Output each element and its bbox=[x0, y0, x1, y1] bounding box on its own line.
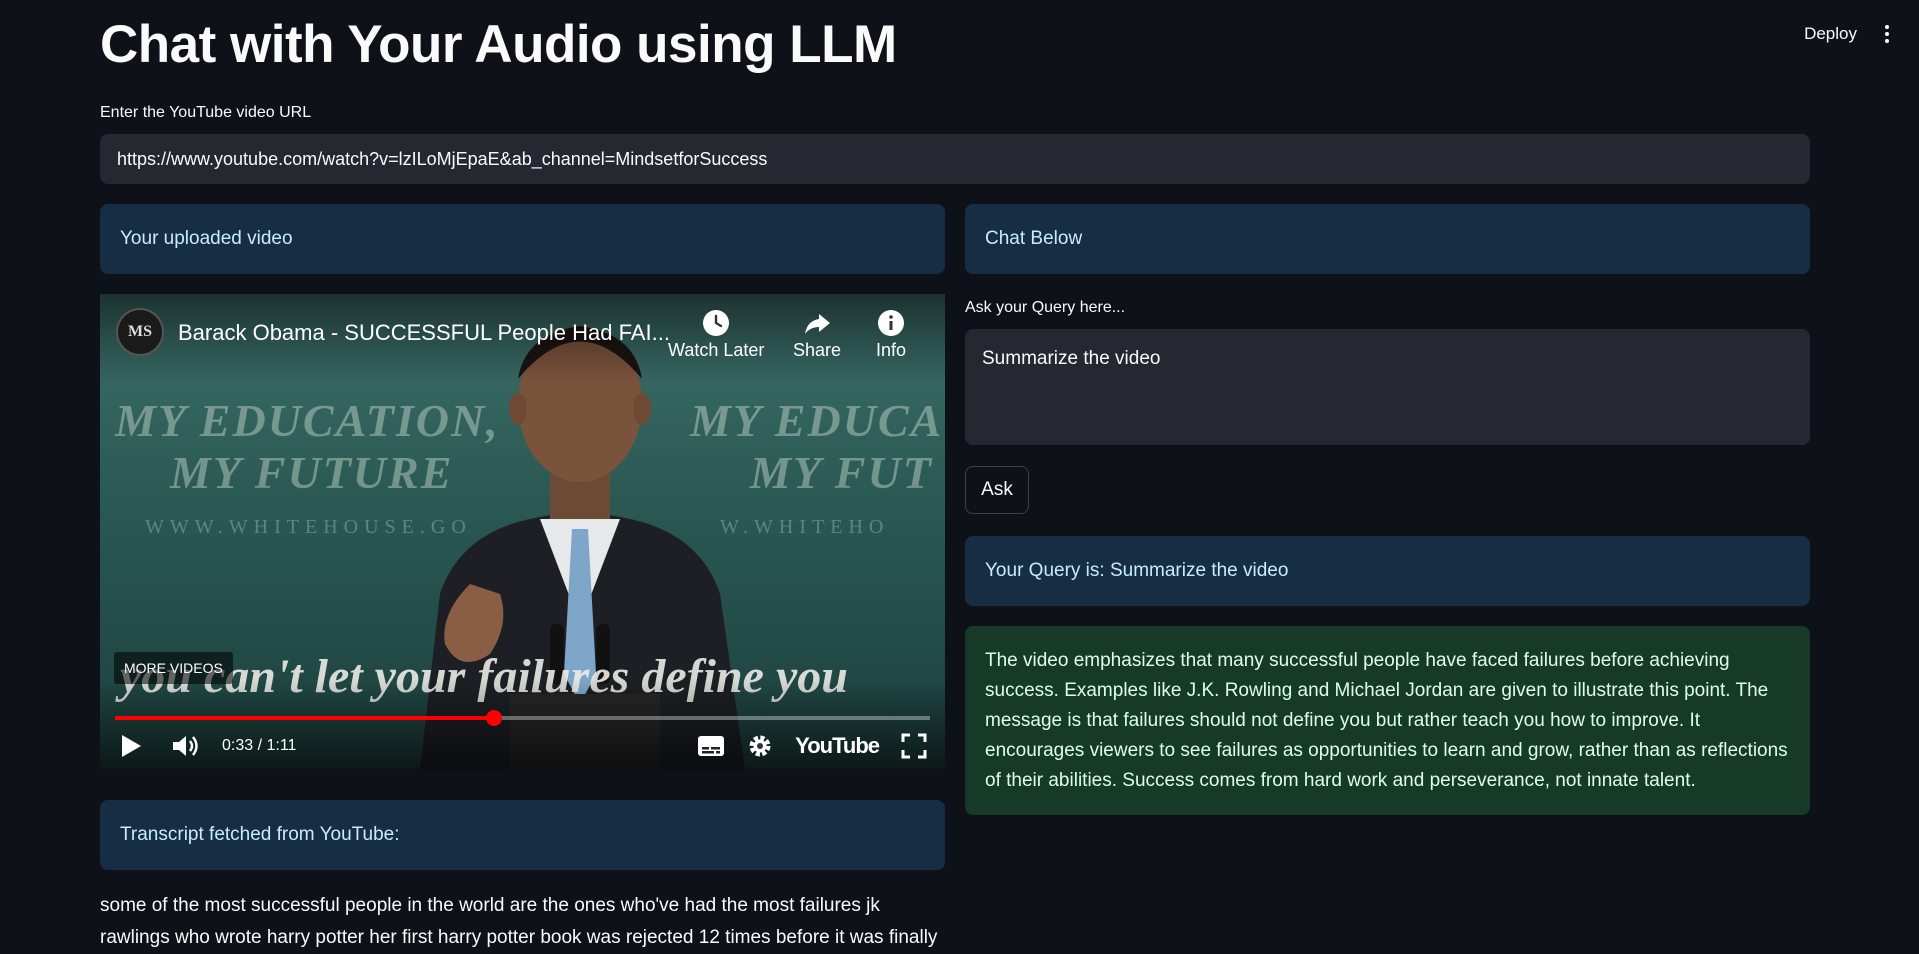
youtube-url-input[interactable] bbox=[100, 134, 1810, 184]
info-icon bbox=[876, 306, 906, 340]
app-toolbar: Deploy bbox=[1804, 0, 1919, 68]
query-field-label: Ask your Query here... bbox=[965, 299, 1126, 316]
answer-text: The video emphasizes that many successfu… bbox=[985, 650, 1788, 791]
time-display: 0:33 / 1:11 bbox=[222, 737, 297, 754]
url-field-label: Enter the YouTube video URL bbox=[100, 104, 312, 121]
share-button[interactable]: Share bbox=[793, 306, 841, 361]
page-title: Chat with Your Audio using LLM bbox=[100, 15, 897, 74]
fullscreen-icon[interactable] bbox=[901, 733, 927, 759]
play-icon[interactable] bbox=[118, 732, 144, 760]
share-label: Share bbox=[793, 340, 842, 360]
query-echo-text: Your Query is: Summarize the video bbox=[985, 560, 1289, 581]
subtitles-icon[interactable] bbox=[697, 735, 725, 757]
uploaded-video-info-text: Your uploaded video bbox=[120, 228, 293, 249]
deploy-button[interactable]: Deploy bbox=[1804, 24, 1857, 44]
transcript-text: some of the most successful people in th… bbox=[100, 895, 938, 948]
answer-success-box: The video emphasizes that many successfu… bbox=[965, 626, 1810, 815]
chat-below-info-text: Chat Below bbox=[985, 228, 1083, 249]
watch-later-label: Watch Later bbox=[668, 340, 765, 360]
progress-bar[interactable] bbox=[115, 710, 930, 726]
query-echo-info: Your Query is: Summarize the video bbox=[965, 536, 1810, 606]
watch-later-button[interactable]: Watch Later bbox=[668, 306, 764, 361]
volume-icon[interactable] bbox=[170, 732, 200, 760]
progress-bar-fill bbox=[115, 716, 494, 720]
channel-avatar[interactable]: MS bbox=[116, 308, 164, 356]
info-button[interactable]: Info bbox=[876, 306, 906, 361]
uploaded-video-info: Your uploaded video bbox=[100, 204, 945, 274]
settings-gear-icon[interactable] bbox=[747, 733, 773, 759]
chat-below-info: Chat Below bbox=[965, 204, 1810, 274]
query-textarea[interactable]: Summarize the video bbox=[965, 329, 1810, 445]
transcript-info: Transcript fetched from YouTube: bbox=[100, 800, 945, 870]
kebab-menu-icon[interactable] bbox=[1877, 20, 1897, 48]
ask-button[interactable]: Ask bbox=[965, 466, 1029, 514]
transcript-info-text: Transcript fetched from YouTube: bbox=[120, 824, 400, 845]
share-icon bbox=[802, 306, 832, 340]
player-controls: 0:33 / 1:11 YouTube bbox=[100, 724, 945, 768]
clock-icon bbox=[701, 306, 731, 340]
info-label: Info bbox=[876, 340, 907, 360]
video-bg-text-right-2: MY FUT bbox=[750, 447, 933, 498]
video-title[interactable]: Barack Obama - SUCCESSFUL People Had FAI… bbox=[178, 320, 670, 346]
youtube-video-player[interactable]: MY EDUCATION, MY FUTURE WWW.WHITEHOUSE.G… bbox=[100, 294, 945, 769]
youtube-logo[interactable]: YouTube bbox=[795, 733, 880, 759]
